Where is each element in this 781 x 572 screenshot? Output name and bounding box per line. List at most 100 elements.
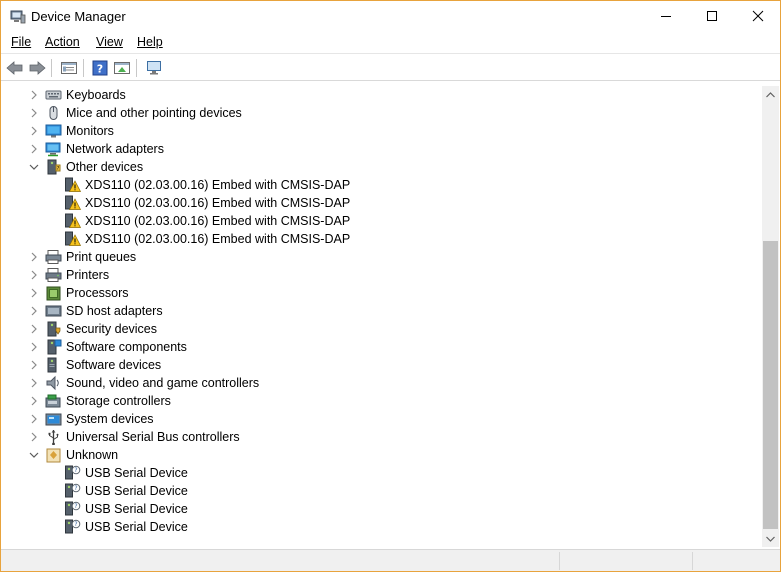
- tree-device-item[interactable]: ? USB Serial Device: [2, 518, 762, 536]
- expand-chevron-icon[interactable]: [28, 358, 40, 372]
- tree-category-item[interactable]: Software devices: [2, 356, 762, 374]
- tree-category-item[interactable]: Keyboards: [2, 86, 762, 104]
- sd-host-icon: [45, 303, 62, 319]
- scan-hardware-button[interactable]: [143, 58, 165, 78]
- scroll-up-button[interactable]: [762, 86, 779, 103]
- collapse-chevron-icon[interactable]: [28, 160, 40, 174]
- back-icon: [6, 61, 23, 75]
- expand-chevron-icon[interactable]: [28, 124, 40, 138]
- tree-item-label: Network adapters: [66, 142, 164, 156]
- warning-device-icon: [64, 231, 82, 247]
- expand-chevron-icon[interactable]: [28, 412, 40, 426]
- close-button[interactable]: [735, 1, 781, 31]
- system-devices-icon: [45, 411, 62, 427]
- usb-icon: [45, 429, 62, 446]
- tree-category-item[interactable]: Unknown: [2, 446, 762, 464]
- expand-chevron-icon[interactable]: [28, 286, 40, 300]
- warning-device-icon: [64, 177, 82, 193]
- tree-item-label: XDS110 (02.03.00.16) Embed with CMSIS-DA…: [85, 178, 351, 192]
- scroll-down-icon: [766, 536, 775, 542]
- tree-item-label: Universal Serial Bus controllers: [66, 430, 240, 444]
- device-manager-window: Device Manager File Action View Help ? K…: [0, 0, 781, 572]
- scroll-down-button[interactable]: [762, 530, 779, 547]
- maximize-button[interactable]: [689, 1, 735, 31]
- tree-device-item[interactable]: ? USB Serial Device: [2, 482, 762, 500]
- collapse-chevron-icon[interactable]: [28, 448, 40, 462]
- forward-button[interactable]: [26, 58, 48, 78]
- device-tree[interactable]: Keyboards Mice and other pointing devices…: [2, 86, 762, 547]
- menu-bar: File Action View Help: [1, 32, 780, 54]
- menu-file-label: File: [11, 35, 32, 49]
- processor-icon: [45, 285, 62, 301]
- toolbar-separator: [51, 59, 52, 77]
- warning-device-icon: [64, 195, 82, 211]
- tree-item-label: Other devices: [66, 160, 144, 174]
- status-pane: [559, 552, 692, 570]
- title-bar[interactable]: Device Manager: [1, 1, 780, 32]
- expand-chevron-icon[interactable]: [28, 304, 40, 318]
- tree-item-label: Monitors: [66, 124, 114, 138]
- expand-chevron-icon[interactable]: [28, 88, 40, 102]
- svg-text:?: ?: [57, 166, 60, 172]
- maximize-icon: [707, 11, 717, 21]
- tree-item-label: SD host adapters: [66, 304, 163, 318]
- tree-device-item[interactable]: XDS110 (02.03.00.16) Embed with CMSIS-DA…: [2, 194, 762, 212]
- expand-chevron-icon[interactable]: [28, 268, 40, 282]
- tree-item-label: USB Serial Device: [85, 520, 188, 534]
- help-button[interactable]: ?: [89, 58, 111, 78]
- update-driver-button[interactable]: [111, 58, 133, 78]
- tree-category-item[interactable]: ? Other devices: [2, 158, 762, 176]
- expand-chevron-icon[interactable]: [28, 340, 40, 354]
- toolbar-separator: [83, 59, 84, 77]
- warning-device-icon: [64, 213, 82, 229]
- tree-category-item[interactable]: Print queues: [2, 248, 762, 266]
- menu-view[interactable]: View: [96, 35, 123, 49]
- tree-category-item[interactable]: Sound, video and game controllers: [2, 374, 762, 392]
- update-driver-icon: [114, 62, 130, 74]
- menu-file[interactable]: File: [11, 35, 31, 49]
- expand-chevron-icon[interactable]: [28, 250, 40, 264]
- tree-category-item[interactable]: Storage controllers: [2, 392, 762, 410]
- tree-category-item[interactable]: Monitors: [2, 122, 762, 140]
- menu-help[interactable]: Help: [137, 35, 163, 49]
- tree-category-item[interactable]: SD host adapters: [2, 302, 762, 320]
- scroll-thumb[interactable]: [763, 241, 778, 529]
- tree-item-label: System devices: [66, 412, 154, 426]
- tree-device-item[interactable]: XDS110 (02.03.00.16) Embed with CMSIS-DA…: [2, 212, 762, 230]
- tree-category-item[interactable]: Printers: [2, 266, 762, 284]
- expand-chevron-icon[interactable]: [28, 430, 40, 444]
- tree-category-item[interactable]: Mice and other pointing devices: [2, 104, 762, 122]
- tree-item-label: Software components: [66, 340, 187, 354]
- tree-device-item[interactable]: ? USB Serial Device: [2, 464, 762, 482]
- tree-category-item[interactable]: Security devices: [2, 320, 762, 338]
- menu-action[interactable]: Action: [45, 35, 80, 49]
- tree-item-label: USB Serial Device: [85, 502, 188, 516]
- tree-category-item[interactable]: Universal Serial Bus controllers: [2, 428, 762, 446]
- svg-text:?: ?: [74, 485, 77, 492]
- menu-help-label: Help: [137, 35, 163, 49]
- minimize-icon: [661, 16, 671, 17]
- keyboard-icon: [45, 87, 62, 103]
- tree-category-item[interactable]: Software components: [2, 338, 762, 356]
- expand-chevron-icon[interactable]: [28, 322, 40, 336]
- expand-chevron-icon[interactable]: [28, 376, 40, 390]
- tree-category-item[interactable]: Processors: [2, 284, 762, 302]
- tree-item-label: USB Serial Device: [85, 466, 188, 480]
- expand-chevron-icon[interactable]: [28, 106, 40, 120]
- tree-category-item[interactable]: Network adapters: [2, 140, 762, 158]
- expand-chevron-icon[interactable]: [28, 142, 40, 156]
- minimize-button[interactable]: [643, 1, 689, 31]
- vertical-scrollbar[interactable]: [762, 86, 779, 547]
- tree-item-label: XDS110 (02.03.00.16) Embed with CMSIS-DA…: [85, 232, 351, 246]
- tree-device-item[interactable]: XDS110 (02.03.00.16) Embed with CMSIS-DA…: [2, 176, 762, 194]
- forward-icon: [29, 61, 46, 75]
- speaker-icon: [45, 375, 62, 391]
- back-button[interactable]: [4, 58, 26, 78]
- properties-button[interactable]: [58, 58, 80, 78]
- expand-chevron-icon[interactable]: [28, 394, 40, 408]
- svg-text:?: ?: [74, 503, 77, 510]
- tree-device-item[interactable]: ? USB Serial Device: [2, 500, 762, 518]
- tree-category-item[interactable]: System devices: [2, 410, 762, 428]
- tree-item-label: Printers: [66, 268, 110, 282]
- tree-device-item[interactable]: XDS110 (02.03.00.16) Embed with CMSIS-DA…: [2, 230, 762, 248]
